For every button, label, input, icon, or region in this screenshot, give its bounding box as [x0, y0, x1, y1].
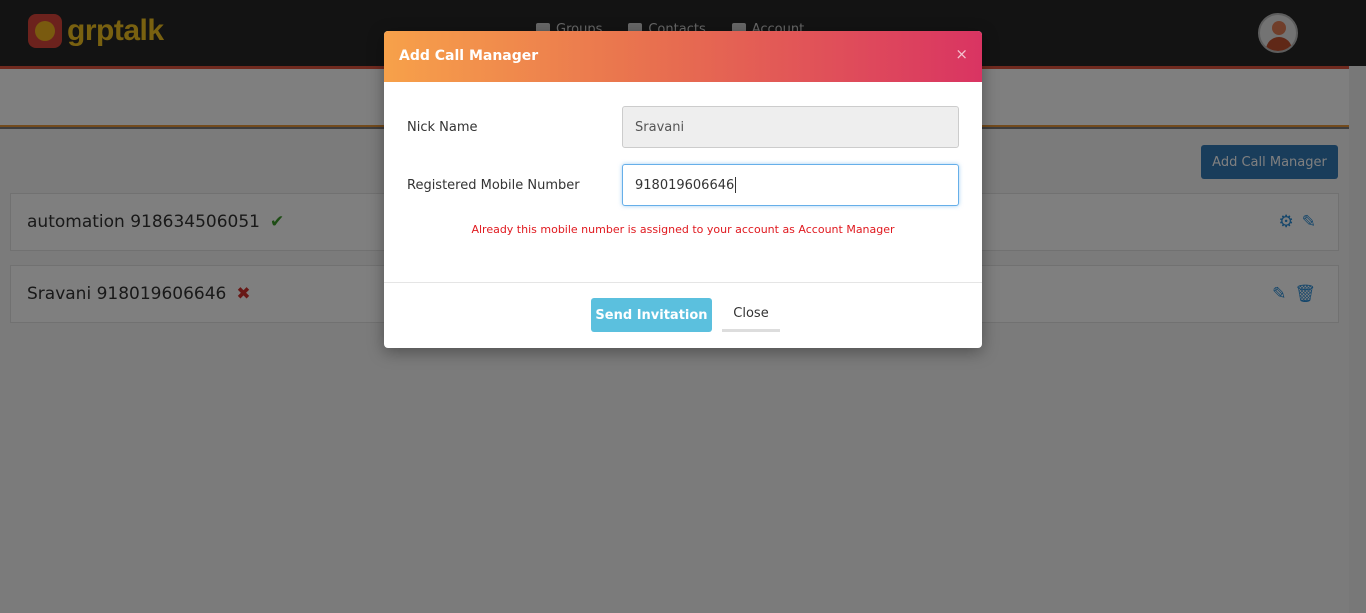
- add-call-manager-modal: Add Call Manager × Nick Name Sravani Reg…: [384, 31, 982, 348]
- send-invitation-button[interactable]: Send Invitation: [591, 298, 712, 332]
- modal-header: Add Call Manager ×: [384, 31, 982, 82]
- nick-name-field[interactable]: Sravani: [622, 106, 959, 148]
- modal-footer-divider: [384, 282, 982, 283]
- mobile-number-field[interactable]: 918019606646: [622, 164, 959, 206]
- nick-name-value: Sravani: [635, 119, 685, 135]
- text-caret: [735, 177, 737, 193]
- error-message: Already this mobile number is assigned t…: [471, 223, 895, 236]
- mobile-number-value: 918019606646: [635, 177, 735, 193]
- close-button[interactable]: Close: [722, 298, 780, 332]
- nick-name-label: Nick Name: [407, 120, 478, 135]
- close-icon[interactable]: ×: [955, 47, 968, 62]
- mobile-label: Registered Mobile Number: [407, 178, 580, 193]
- modal-title: Add Call Manager: [399, 48, 539, 64]
